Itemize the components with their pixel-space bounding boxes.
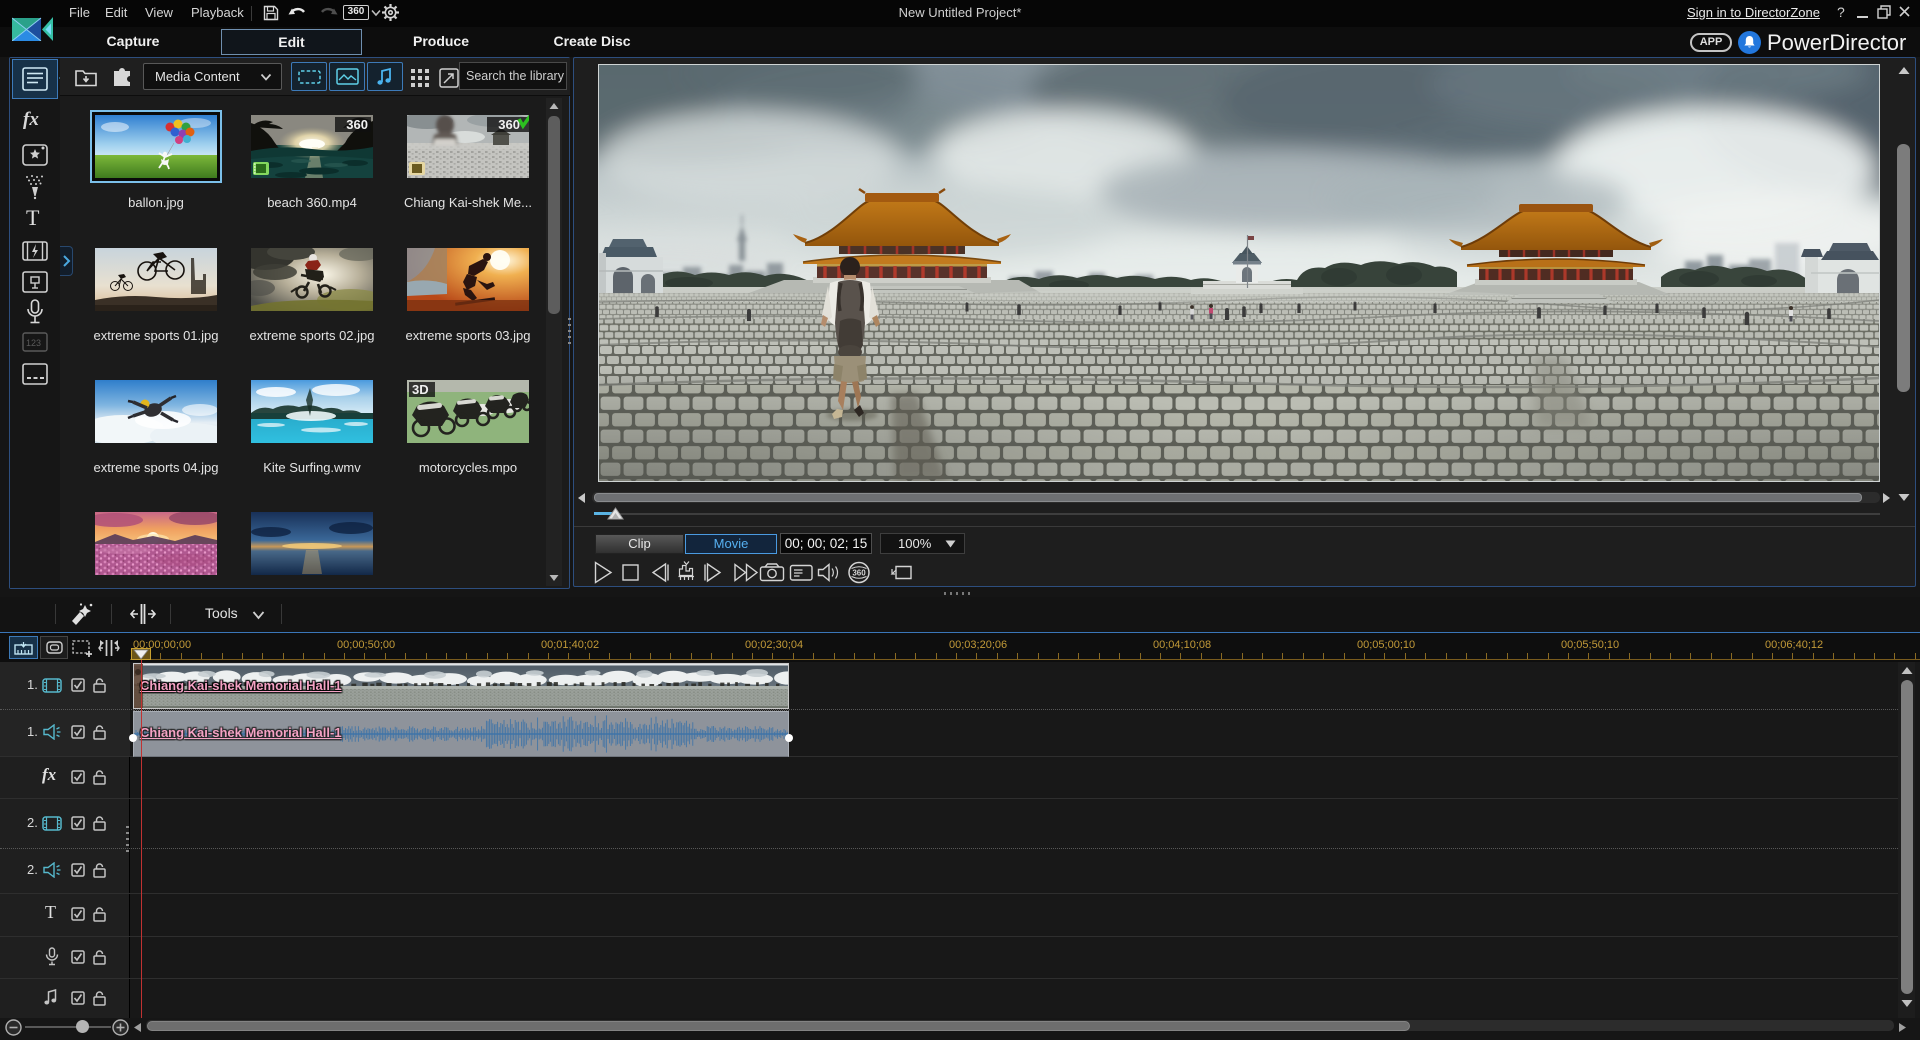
svg-text:360: 360 — [498, 117, 520, 132]
svg-text:3D: 3D — [412, 382, 429, 397]
svg-text:360: 360 — [346, 117, 368, 132]
svg-text:360: 360 — [852, 569, 866, 578]
svg-text:123: 123 — [26, 338, 41, 348]
